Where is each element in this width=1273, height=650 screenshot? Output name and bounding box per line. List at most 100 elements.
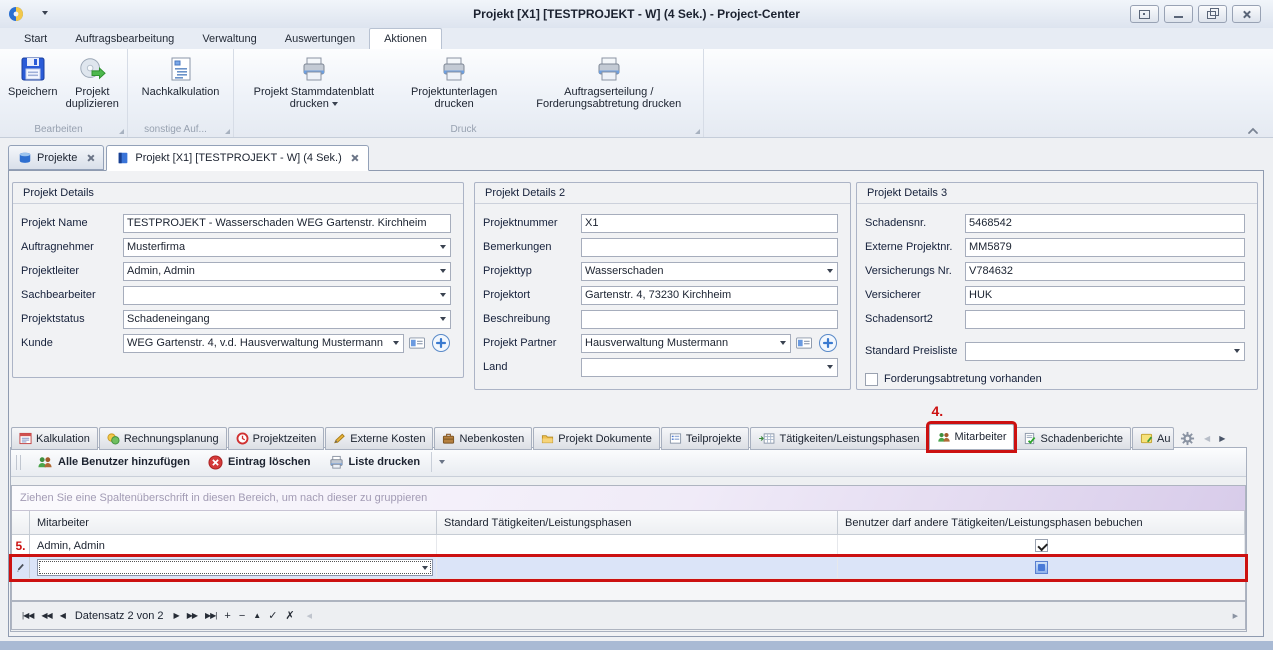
projektunterlagen-drucken-button[interactable]: Projektunterlagendrucken	[390, 53, 519, 112]
projekt-partner-dropdown[interactable]: Hausverwaltung Mustermann	[581, 334, 791, 353]
land-dropdown[interactable]	[581, 358, 838, 377]
speichern-button[interactable]: Speichern	[4, 53, 62, 100]
standard-preisliste-dropdown[interactable]	[965, 342, 1245, 361]
mitarbeiter-editor-dropdown[interactable]	[37, 559, 433, 576]
grid-header-row: Mitarbeiter Standard Tätigkeiten/Leistun…	[12, 511, 1245, 535]
close-tab-icon[interactable]	[351, 154, 359, 162]
group-by-bar[interactable]: Ziehen Sie eine Spaltenüberschrift in di…	[12, 486, 1245, 511]
cell-mitarbeiter-editor[interactable]	[30, 557, 437, 578]
ribbon-tab-auftragsbearbeitung[interactable]: Auftragsbearbeitung	[61, 28, 188, 49]
ribbon-tab-auswertungen[interactable]: Auswertungen	[271, 28, 369, 49]
contact-card-icon[interactable]	[409, 337, 426, 350]
forderungsabtretung-checkbox[interactable]	[865, 373, 878, 386]
toolbar-grip[interactable]	[16, 455, 21, 470]
collapse-ribbon-button[interactable]	[1247, 122, 1259, 140]
column-header-standard-taetigkeiten[interactable]: Standard Tätigkeiten/Leistungsphasen	[437, 511, 838, 534]
projekttyp-dropdown[interactable]: Wasserschaden	[581, 262, 838, 281]
column-header-bebuchen[interactable]: Benutzer darf andere Tätigkeiten/Leistun…	[838, 511, 1245, 534]
scroll-tabs-left-icon[interactable]: ◀	[1204, 435, 1210, 443]
nav-cancel-button[interactable]: ✗	[281, 611, 298, 621]
nachkalkulation-button[interactable]: Nachkalkulation	[132, 53, 229, 100]
versicherer-input[interactable]	[965, 286, 1245, 305]
tab-externe-kosten[interactable]: Externe Kosten	[325, 427, 433, 450]
nav-first-button[interactable]: |◀◀	[18, 611, 37, 621]
tab-mitarbeiter[interactable]: 4. Mitarbeiter	[929, 424, 1015, 450]
add-partner-button[interactable]	[818, 333, 838, 353]
cell-bebuchen[interactable]	[838, 535, 1245, 556]
scroll-tabs-right-icon[interactable]: ▶	[1219, 435, 1225, 443]
ribbon-tab-start[interactable]: Start	[10, 28, 61, 49]
cell-mitarbeiter[interactable]: Admin, Admin	[30, 535, 437, 556]
dialog-launcher-icon[interactable]	[695, 129, 700, 134]
bebuchen-checkbox[interactable]	[1035, 561, 1048, 574]
table-row[interactable]: 5. Admin, Admin	[12, 535, 1245, 557]
tab-rechnungsplanung[interactable]: Rechnungsplanung	[99, 427, 227, 450]
hscroll-left-icon[interactable]: ◀	[307, 612, 312, 620]
nav-prev-button[interactable]: ◀	[56, 611, 69, 621]
nav-post-button[interactable]: ✓	[264, 611, 281, 621]
bemerkungen-input[interactable]	[581, 238, 838, 257]
close-tab-icon[interactable]	[86, 154, 94, 162]
ribbon-tab-aktionen[interactable]: Aktionen	[369, 28, 442, 49]
projektstatus-dropdown[interactable]: Schadeneingang	[123, 310, 451, 329]
nav-next-button[interactable]: ▶	[170, 611, 183, 621]
projekt-name-input[interactable]	[123, 214, 451, 233]
auftragnehmer-dropdown[interactable]: Musterfirma	[123, 238, 451, 257]
nav-prev-page-button[interactable]: ◀◀	[37, 611, 55, 621]
minimize-button[interactable]	[1164, 5, 1193, 23]
tab-projekt-dokumente[interactable]: Projekt Dokumente	[533, 427, 660, 450]
tab-projekt-x1[interactable]: Projekt [X1] [TESTPROJEKT - W] (4 Sek.)	[106, 145, 368, 171]
bebuchen-checkbox[interactable]	[1035, 539, 1048, 552]
ribbon-tab-verwaltung[interactable]: Verwaltung	[188, 28, 270, 49]
field-label: Land	[483, 361, 581, 373]
tab-label: Kalkulation	[36, 433, 90, 445]
kunde-dropdown[interactable]: WEG Gartenstr. 4, v.d. Hausverwaltung Mu…	[123, 334, 404, 353]
liste-drucken-button[interactable]: Liste drucken	[320, 451, 430, 473]
dialog-launcher-icon[interactable]	[119, 129, 124, 134]
sachbearbeiter-dropdown[interactable]	[123, 286, 451, 305]
gear-icon[interactable]	[1180, 431, 1195, 446]
nav-next-page-button[interactable]: ▶▶	[183, 611, 201, 621]
tab-taetigkeiten[interactable]: Tätigkeiten/Leistungsphasen	[750, 427, 927, 450]
tab-au-truncated[interactable]: Au	[1132, 427, 1174, 450]
alle-benutzer-hinzufuegen-button[interactable]: Alle Benutzer hinzufügen	[28, 451, 199, 473]
externe-projektnr-input[interactable]	[965, 238, 1245, 257]
eintrag-loeschen-button[interactable]: Eintrag löschen	[199, 451, 320, 473]
table-row-editing[interactable]	[12, 557, 1245, 579]
tab-schadenberichte[interactable]: Schadenberichte	[1015, 427, 1131, 450]
projektleiter-dropdown[interactable]: Admin, Admin	[123, 262, 451, 281]
fit-window-button[interactable]	[1130, 5, 1159, 23]
cell-standard[interactable]	[437, 557, 838, 578]
cell-bebuchen[interactable]	[838, 557, 1245, 578]
tab-projekte[interactable]: Projekte	[8, 145, 104, 170]
tab-projektzeiten[interactable]: Projektzeiten	[228, 427, 325, 450]
projektort-input[interactable]	[581, 286, 838, 305]
nav-append-button[interactable]: +	[220, 611, 234, 621]
stammdatenblatt-drucken-button[interactable]: Projekt Stammdatenblattdrucken	[238, 53, 390, 112]
contact-card-icon[interactable]	[796, 337, 813, 350]
auftragserteilung-drucken-button[interactable]: Auftragserteilung /Forderungsabtretung d…	[519, 53, 700, 112]
field-label: Projekt Partner	[483, 337, 581, 349]
nav-delete-button[interactable]: −	[235, 611, 249, 621]
schadensnr-input[interactable]	[965, 214, 1245, 233]
close-button[interactable]	[1232, 5, 1261, 23]
taetigkeiten-icon	[758, 432, 775, 445]
hscroll-right-icon[interactable]: ▶	[1233, 612, 1238, 620]
toolbar-overflow-button[interactable]	[431, 452, 452, 472]
beschreibung-input[interactable]	[581, 310, 838, 329]
restore-button[interactable]	[1198, 5, 1227, 23]
tab-nebenkosten[interactable]: Nebenkosten	[434, 427, 532, 450]
nav-edit-button[interactable]: ▲	[249, 611, 264, 621]
add-kunde-button[interactable]	[431, 333, 451, 353]
dialog-launcher-icon[interactable]	[225, 129, 230, 134]
column-header-mitarbeiter[interactable]: Mitarbeiter	[30, 511, 437, 534]
nav-last-button[interactable]: ▶▶|	[201, 611, 220, 621]
versicherungs-nr-input[interactable]	[965, 262, 1245, 281]
tab-teilprojekte[interactable]: Teilprojekte	[661, 427, 750, 450]
projekt-duplizieren-button[interactable]: Projektduplizieren	[62, 53, 123, 112]
tab-kalkulation[interactable]: Kalkulation	[11, 427, 98, 450]
schadensort2-input[interactable]	[965, 310, 1245, 329]
cell-standard[interactable]	[437, 535, 838, 556]
title-bar: Projekt [X1] [TESTPROJEKT - W] (4 Sek.) …	[0, 0, 1273, 29]
projektnummer-input[interactable]	[581, 214, 838, 233]
